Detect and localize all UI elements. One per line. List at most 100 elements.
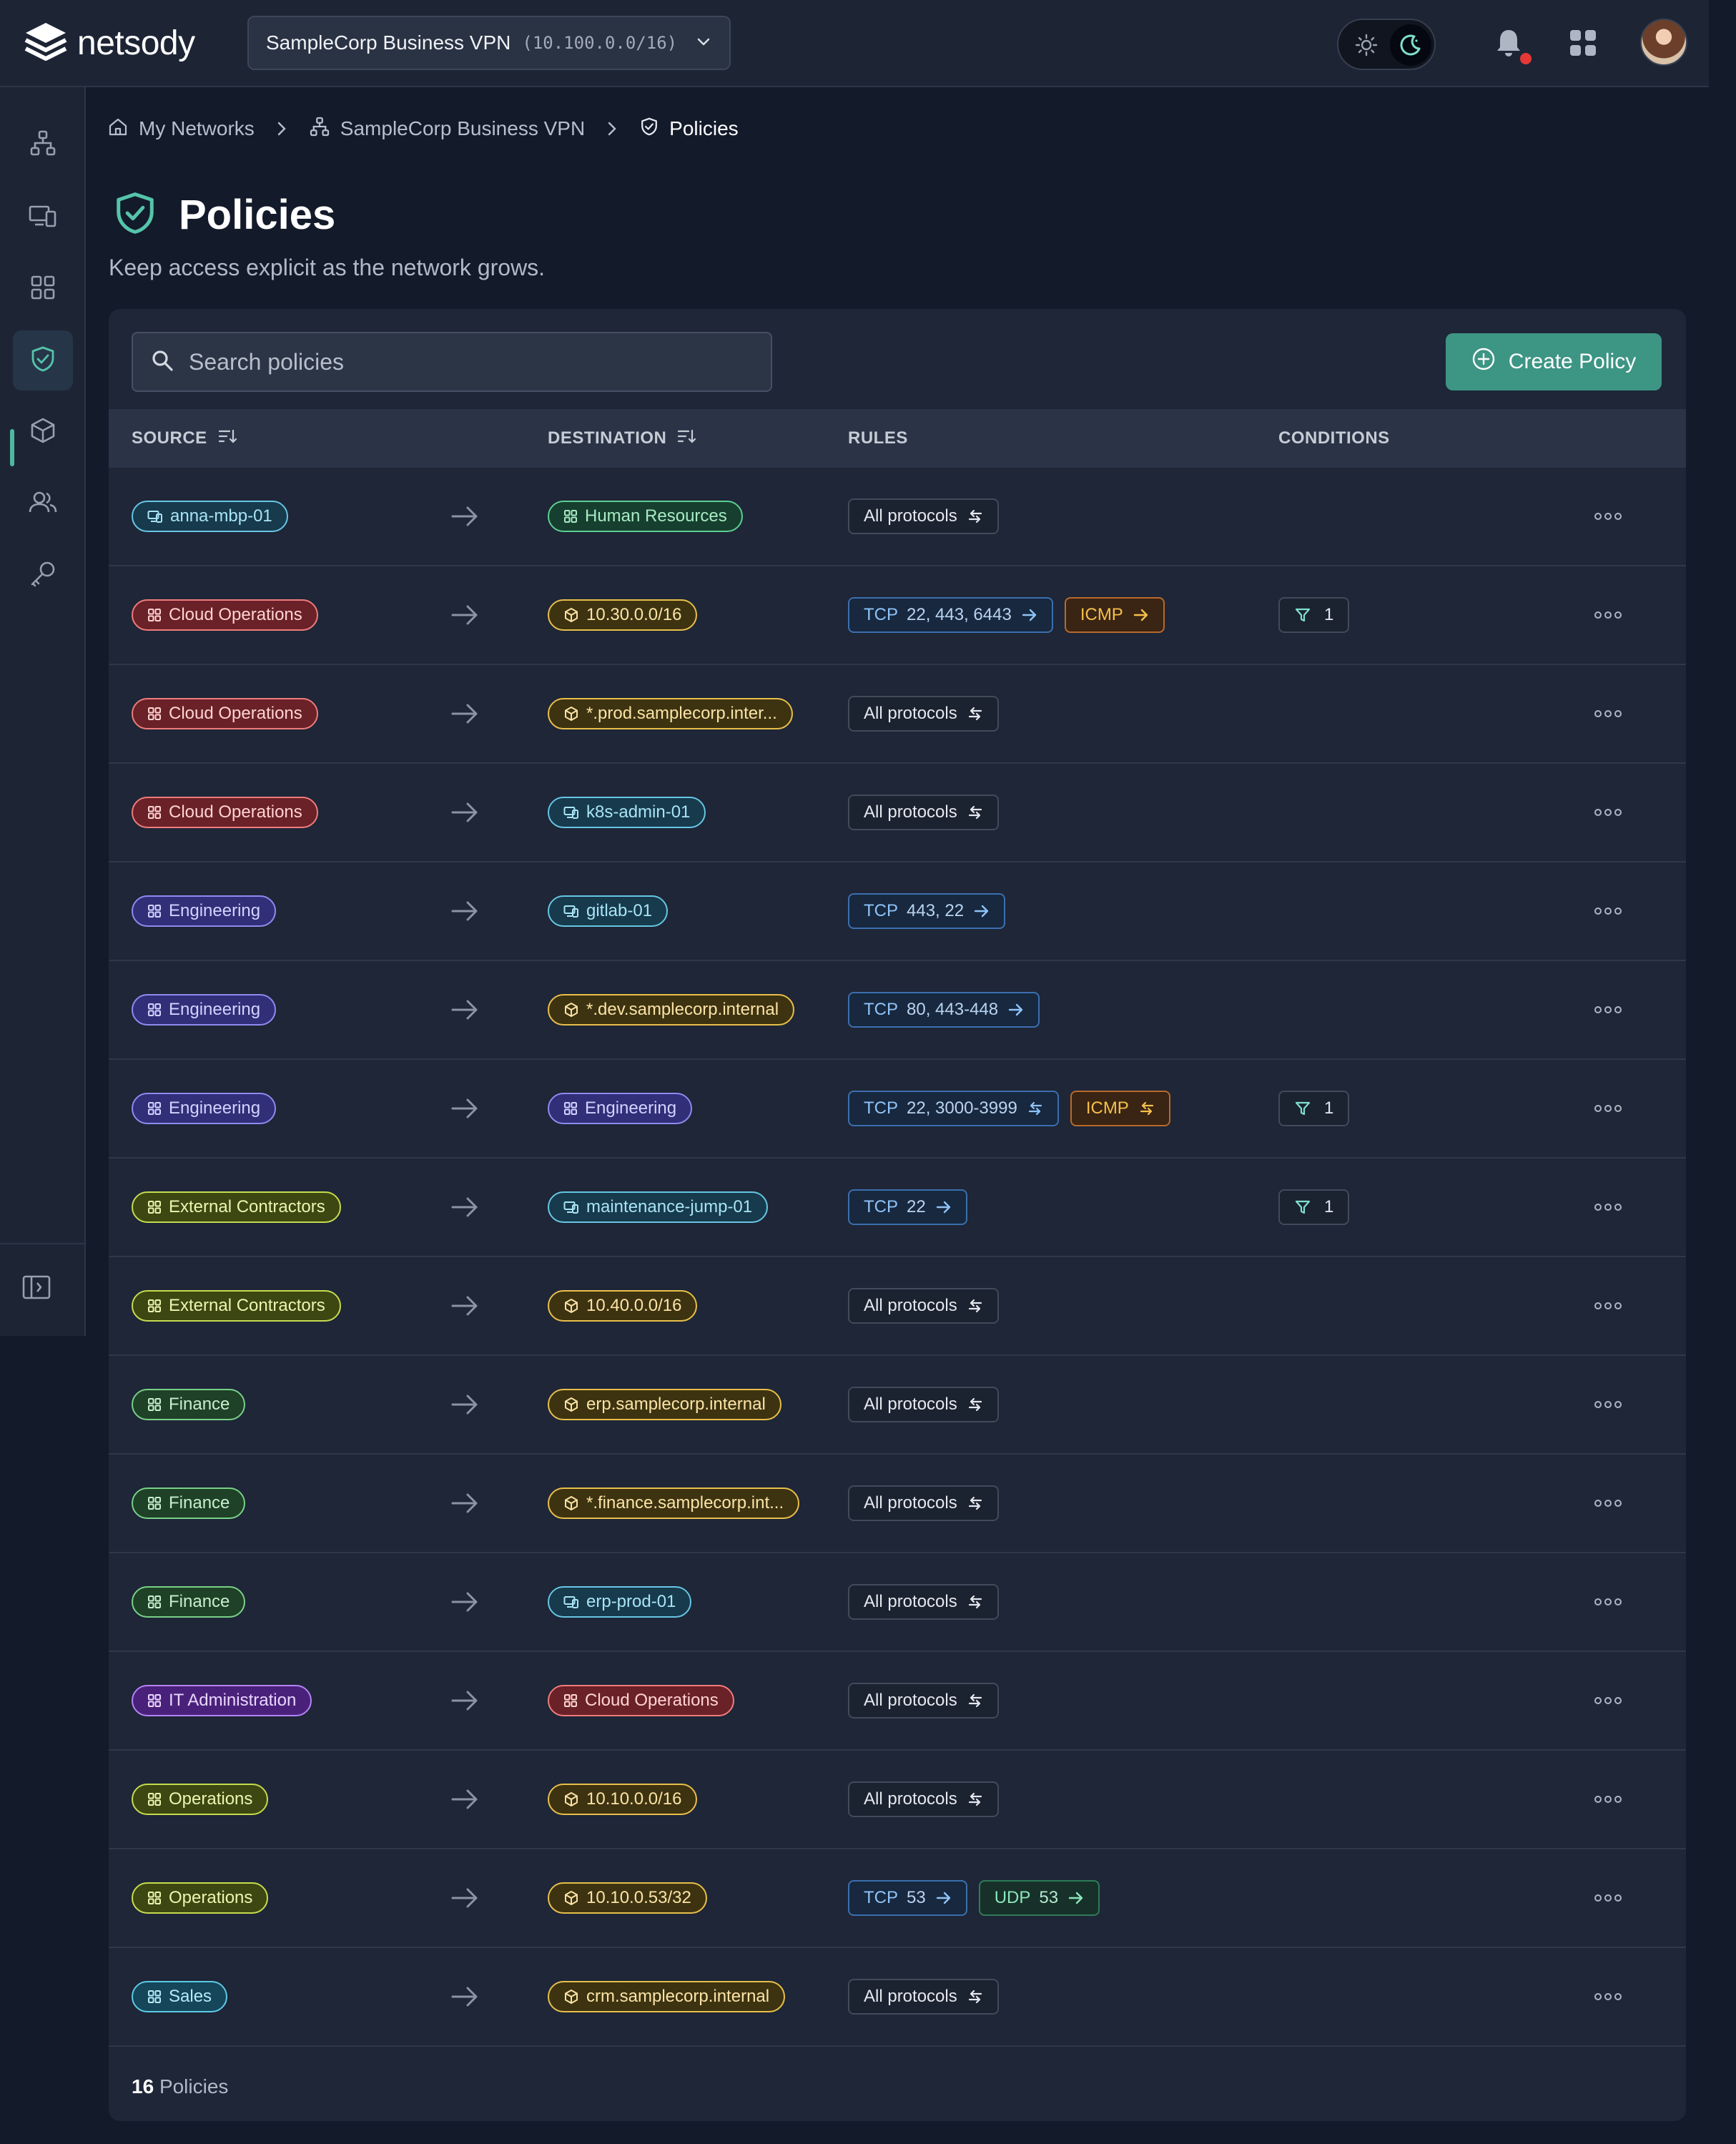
breadcrumb-home[interactable]: My Networks [107, 116, 255, 142]
udp-rule-chip[interactable]: UDP 53 [978, 1880, 1100, 1916]
source-pill[interactable]: Sales [132, 1981, 228, 2012]
apps-grid-icon[interactable] [1569, 29, 1597, 61]
all-rule-chip[interactable]: All protocols [848, 1683, 999, 1718]
source-pill[interactable]: External Contractors [132, 1191, 341, 1223]
destination-pill[interactable]: 10.10.0.53/32 [548, 1882, 707, 1914]
destination-pill[interactable]: k8s-admin-01 [548, 797, 706, 828]
conditions-badge[interactable]: 1 [1278, 597, 1350, 633]
source-pill[interactable]: Engineering [132, 1093, 277, 1124]
destination-pill[interactable]: erp-prod-01 [548, 1586, 692, 1618]
search-input[interactable] [189, 348, 746, 375]
more-options-icon[interactable] [1594, 1751, 1622, 1848]
table-row[interactable]: Engineering Engineering TCP 22, 3000-3999 IC… [109, 1060, 1686, 1159]
all-rule-chip[interactable]: All protocols [848, 696, 999, 732]
table-row[interactable]: Operations 10.10.0.53/32 TCP 53 UDP 53 [109, 1849, 1686, 1948]
source-pill[interactable]: Finance [132, 1389, 246, 1420]
destination-pill[interactable]: crm.samplecorp.internal [548, 1981, 786, 2012]
user-avatar[interactable] [1640, 19, 1687, 66]
tcp-rule-chip[interactable]: TCP 22, 3000-3999 [848, 1091, 1059, 1126]
table-row[interactable]: Engineering *.dev.samplecorp.internal TCP 8… [109, 961, 1686, 1060]
column-source[interactable]: SOURCE [132, 428, 237, 450]
destination-pill[interactable]: erp.samplecorp.internal [548, 1389, 781, 1420]
sidebar-item-resources[interactable] [13, 402, 73, 462]
source-pill[interactable]: Operations [132, 1784, 269, 1815]
table-row[interactable]: External Contractors 10.40.0.0/16 All prot… [109, 1257, 1686, 1356]
all-rule-chip[interactable]: All protocols [848, 1288, 999, 1324]
icmp-rule-chip[interactable]: ICMP [1070, 1091, 1170, 1126]
column-destination[interactable]: DESTINATION [548, 428, 696, 450]
tcp-rule-chip[interactable]: TCP 53 [848, 1880, 967, 1916]
conditions-badge[interactable]: 1 [1278, 1091, 1350, 1126]
table-row[interactable]: External Contractors maintenance-jump-01 T… [109, 1159, 1686, 1257]
more-options-icon[interactable] [1594, 468, 1622, 565]
table-row[interactable]: Sales crm.samplecorp.internal All protocol… [109, 1948, 1686, 2047]
source-pill[interactable]: Finance [132, 1586, 246, 1618]
more-options-icon[interactable] [1594, 1159, 1622, 1256]
table-row[interactable]: IT Administration Cloud Operations All pro… [109, 1652, 1686, 1751]
sun-icon[interactable] [1354, 33, 1379, 61]
all-rule-chip[interactable]: All protocols [848, 1584, 999, 1620]
more-options-icon[interactable] [1594, 1455, 1622, 1552]
table-row[interactable]: Engineering gitlab-01 TCP 443, 22 [109, 862, 1686, 961]
destination-pill[interactable]: Human Resources [548, 501, 743, 532]
source-pill[interactable]: Cloud Operations [132, 698, 318, 729]
table-row[interactable]: Finance *.finance.samplecorp.int... All pr… [109, 1455, 1686, 1553]
table-row[interactable]: anna-mbp-01 Human Resources All protocols [109, 468, 1686, 566]
source-pill[interactable]: Cloud Operations [132, 797, 318, 828]
network-selector[interactable]: SampleCorp Business VPN (10.100.0.0/16) [247, 16, 731, 70]
destination-pill[interactable]: Engineering [548, 1093, 693, 1124]
source-pill[interactable]: External Contractors [132, 1290, 341, 1322]
table-row[interactable]: Cloud Operations *.prod.samplecorp.inter.… [109, 665, 1686, 764]
more-options-icon[interactable] [1594, 1553, 1622, 1651]
sidebar-item-networks[interactable] [13, 114, 73, 174]
destination-pill[interactable]: maintenance-jump-01 [548, 1191, 769, 1223]
table-row[interactable]: Finance erp.samplecorp.internal All protoc… [109, 1356, 1686, 1455]
more-options-icon[interactable] [1594, 1356, 1622, 1453]
tcp-rule-chip[interactable]: TCP 443, 22 [848, 893, 1006, 929]
destination-pill[interactable]: *.finance.samplecorp.int... [548, 1487, 800, 1519]
create-policy-button[interactable]: Create Policy [1446, 333, 1662, 390]
more-options-icon[interactable] [1594, 1060, 1622, 1157]
more-options-icon[interactable] [1594, 1652, 1622, 1749]
more-options-icon[interactable] [1594, 1257, 1622, 1354]
conditions-badge[interactable]: 1 [1278, 1189, 1350, 1225]
more-options-icon[interactable] [1594, 764, 1622, 861]
source-pill[interactable]: Finance [132, 1487, 246, 1519]
all-rule-chip[interactable]: All protocols [848, 1979, 999, 2015]
destination-pill[interactable]: 10.30.0.0/16 [548, 599, 698, 631]
destination-pill[interactable]: 10.40.0.0/16 [548, 1290, 698, 1322]
table-row[interactable]: Finance erp-prod-01 All protocols [109, 1553, 1686, 1652]
source-pill[interactable]: Cloud Operations [132, 599, 318, 631]
table-row[interactable]: Cloud Operations k8s-admin-01 All protocol… [109, 764, 1686, 862]
all-rule-chip[interactable]: All protocols [848, 1387, 999, 1422]
source-pill[interactable]: IT Administration [132, 1685, 312, 1716]
sidebar-item-groups[interactable] [13, 259, 73, 319]
sort-icon[interactable] [217, 428, 237, 450]
all-rule-chip[interactable]: All protocols [848, 1781, 999, 1817]
source-pill[interactable]: anna-mbp-01 [132, 501, 288, 532]
sort-icon[interactable] [676, 428, 696, 450]
more-options-icon[interactable] [1594, 665, 1622, 762]
destination-pill[interactable]: *.dev.samplecorp.internal [548, 994, 795, 1026]
sidebar-item-users[interactable] [13, 473, 73, 533]
destination-pill[interactable]: *.prod.samplecorp.inter... [548, 698, 793, 729]
logo[interactable]: netsody [23, 20, 195, 67]
more-options-icon[interactable] [1594, 1948, 1622, 2045]
all-rule-chip[interactable]: All protocols [848, 795, 999, 830]
moon-icon[interactable] [1390, 24, 1431, 66]
sidebar-item-keys[interactable] [13, 545, 73, 605]
destination-pill[interactable]: Cloud Operations [548, 1685, 734, 1716]
more-options-icon[interactable] [1594, 1849, 1622, 1947]
table-row[interactable]: Operations 10.10.0.0/16 All protocols [109, 1751, 1686, 1849]
tcp-rule-chip[interactable]: TCP 80, 443-448 [848, 992, 1040, 1028]
more-options-icon[interactable] [1594, 862, 1622, 960]
sidebar-item-devices[interactable] [13, 187, 73, 247]
tcp-rule-chip[interactable]: TCP 22 [848, 1189, 967, 1225]
sidebar-collapse-icon[interactable] [21, 1274, 51, 1304]
icmp-rule-chip[interactable]: ICMP [1064, 597, 1165, 633]
table-row[interactable]: Cloud Operations 10.30.0.0/16 TCP 22, 443, … [109, 566, 1686, 665]
breadcrumb-network[interactable]: SampleCorp Business VPN [309, 116, 585, 142]
tcp-rule-chip[interactable]: TCP 22, 443, 6443 [848, 597, 1053, 633]
all-rule-chip[interactable]: All protocols [848, 1485, 999, 1521]
more-options-icon[interactable] [1594, 961, 1622, 1058]
